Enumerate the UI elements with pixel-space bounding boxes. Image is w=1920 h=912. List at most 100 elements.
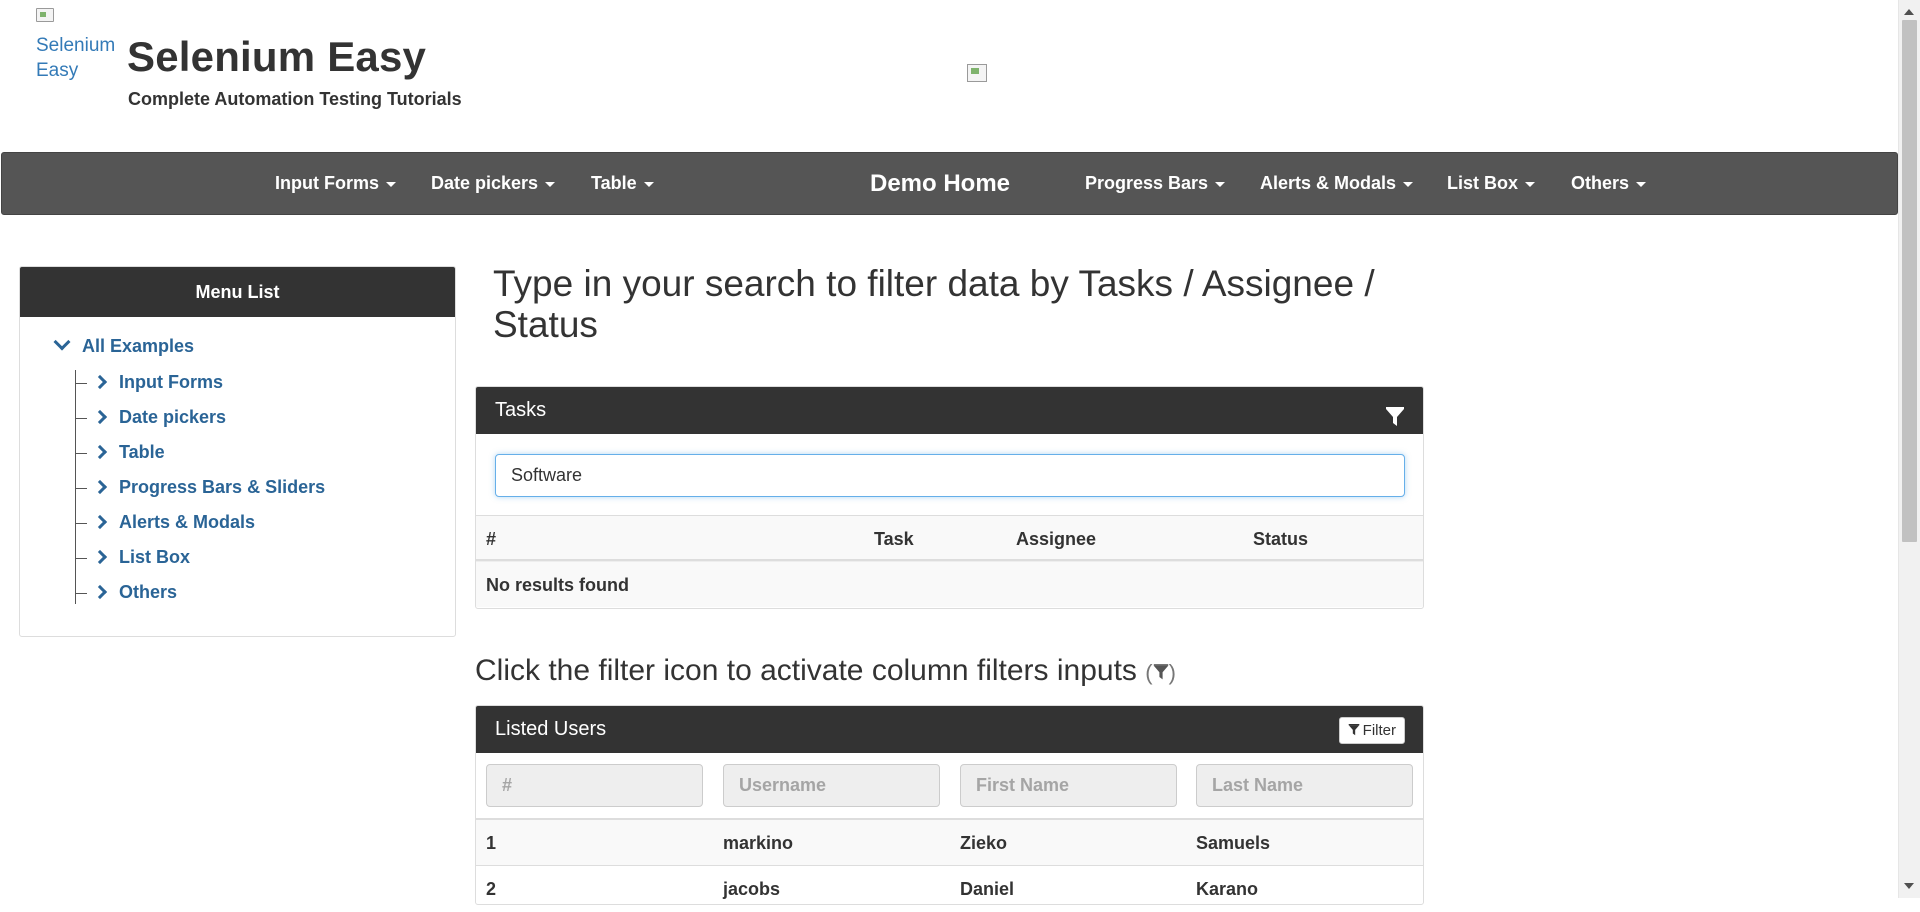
nav-label: Demo Home: [870, 170, 1011, 197]
scrollbar-thumb[interactable]: [1902, 20, 1917, 542]
scroll-up-arrow-icon[interactable]: [1904, 9, 1914, 15]
funnel-icon: [1153, 662, 1169, 688]
tree-root-label: All Examples: [82, 336, 195, 356]
users-panel-title: Listed Users: [495, 718, 607, 740]
cell-number: 2: [486, 879, 497, 899]
column-header-assignee: Assignee: [1016, 529, 1097, 549]
nav-label: Table: [591, 173, 637, 193]
funnel-icon: [1348, 724, 1359, 736]
no-results-message: No results found: [486, 575, 629, 595]
sidebar-item-progress-bars[interactable]: Progress Bars & Sliders: [75, 475, 325, 499]
sidebar-item-list-box[interactable]: List Box: [75, 545, 190, 569]
tree-branch-line: [75, 522, 87, 524]
caret-down-icon: [1525, 181, 1536, 187]
nav-label: Input Forms: [275, 173, 379, 193]
tasks-panel: Tasks # Task Assignee Status No results …: [475, 386, 1424, 609]
tree-branch-line: [75, 417, 87, 419]
tree-branch-line: [75, 382, 87, 384]
nav-table[interactable]: Table: [591, 153, 654, 214]
sidebar-item-table[interactable]: Table: [75, 440, 165, 464]
filter-input-number[interactable]: [486, 764, 703, 807]
table-row: 1 markino Zieko Samuels: [476, 819, 1423, 865]
chevron-right-icon: [92, 514, 108, 530]
cell-first-name: Zieko: [960, 833, 1008, 853]
cell-last-name: Samuels: [1196, 833, 1271, 853]
filter-input-username[interactable]: [723, 764, 940, 807]
cell-last-name: Karano: [1196, 879, 1259, 899]
nav-label: Progress Bars: [1085, 173, 1209, 193]
caret-down-icon: [1215, 181, 1226, 187]
sidebar-item-alerts-modals[interactable]: Alerts & Modals: [75, 510, 255, 534]
nav-label: Others: [1571, 173, 1630, 193]
logo-alt-text: Selenium Easy: [36, 35, 116, 81]
nav-alerts-modals[interactable]: Alerts & Modals: [1260, 153, 1414, 214]
banner-image: [967, 64, 987, 82]
nav-progress-bars[interactable]: Progress Bars: [1085, 153, 1226, 214]
sidebar-item-label: Date pickers: [119, 407, 227, 427]
broken-image-icon: [36, 8, 54, 22]
cell-first-name: Daniel: [960, 879, 1015, 899]
nav-label: List Box: [1447, 173, 1519, 193]
caret-down-icon: [643, 181, 654, 187]
caret-down-icon: [1636, 181, 1647, 187]
sidebar-item-others[interactable]: Others: [75, 580, 177, 604]
nav-list-box[interactable]: List Box: [1447, 153, 1536, 214]
nav-input-forms[interactable]: Input Forms: [275, 153, 396, 214]
nav-others[interactable]: Others: [1571, 153, 1647, 214]
sidebar-item-label: Others: [119, 582, 178, 602]
tree-branch-line: [75, 452, 87, 454]
caret-down-icon: [1403, 181, 1414, 187]
cell-number: 1: [486, 833, 497, 853]
filter-input-first-name[interactable]: [960, 764, 1177, 807]
chevron-right-icon: [92, 479, 108, 495]
tasks-panel-title: Tasks: [495, 399, 547, 421]
task-search-input[interactable]: [495, 454, 1405, 497]
filter-input-last-name[interactable]: [1196, 764, 1413, 807]
nav-date-pickers[interactable]: Date pickers: [431, 153, 556, 214]
tasks-panel-header: Tasks: [476, 387, 1423, 434]
funnel-hint: (): [1145, 660, 1176, 685]
tree-branch-line: [75, 487, 87, 489]
table-row: No results found: [476, 561, 1423, 607]
main-navbar: Input Forms Date pickers Table Demo Home…: [1, 152, 1898, 215]
caret-down-icon: [545, 181, 556, 187]
menu-tree: All Examples Input Forms Date pickers Ta…: [20, 317, 455, 636]
tree-branch-line: [75, 592, 87, 594]
nav-demo-home[interactable]: Demo Home: [870, 153, 1010, 214]
chevron-right-icon: [92, 444, 108, 460]
funnel-icon[interactable]: [1385, 400, 1405, 426]
page-scrollbar[interactable]: [1898, 0, 1920, 898]
filter-instructions: Click the filter icon to activate column…: [475, 654, 1176, 688]
column-header-number: #: [486, 529, 497, 549]
sidebar-title: Menu List: [20, 267, 455, 317]
scroll-down-arrow-icon[interactable]: [1904, 883, 1914, 889]
tree-root-all-examples[interactable]: All Examples: [53, 333, 195, 357]
filter-instructions-text: Click the filter icon to activate column…: [475, 654, 1137, 687]
chevron-right-icon: [92, 549, 108, 565]
page-heading: Type in your search to filter data by Ta…: [493, 263, 1375, 345]
sidebar-item-label: Input Forms: [119, 372, 223, 392]
sidebar-item-label: Table: [119, 442, 165, 462]
site-title: Selenium Easy: [127, 33, 427, 80]
site-tagline: Complete Automation Testing Tutorials: [128, 89, 462, 109]
users-panel-header: Listed Users Filter: [476, 706, 1423, 753]
chevron-down-icon: [53, 333, 71, 351]
cell-username: jacobs: [723, 879, 781, 899]
column-header-task: Task: [874, 529, 914, 549]
filter-button-label: Filter: [1362, 722, 1396, 739]
sidebar-item-date-pickers[interactable]: Date pickers: [75, 405, 226, 429]
sidebar-item-input-forms[interactable]: Input Forms: [75, 370, 223, 394]
site-logo[interactable]: Selenium Easy: [36, 8, 120, 83]
column-header-status: Status: [1253, 529, 1309, 549]
nav-label: Date pickers: [431, 173, 539, 193]
chevron-right-icon: [92, 584, 108, 600]
sidebar-item-label: List Box: [119, 547, 191, 567]
site-header: Selenium Easy Selenium Easy Complete Aut…: [0, 0, 1898, 152]
chevron-right-icon: [92, 409, 108, 425]
listed-users-panel: Listed Users Filter 1 markino Zieko Samu…: [475, 705, 1424, 905]
sidebar-item-label: Progress Bars & Sliders: [119, 477, 326, 497]
filter-button[interactable]: Filter: [1338, 717, 1405, 744]
cell-username: markino: [723, 833, 794, 853]
chevron-right-icon: [92, 374, 108, 390]
column-filter-row: [476, 753, 1423, 819]
